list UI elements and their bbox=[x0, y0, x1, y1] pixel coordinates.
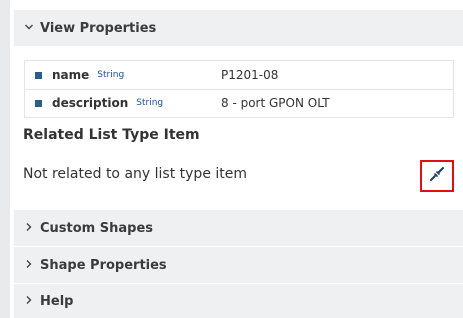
bullet-icon bbox=[35, 71, 42, 79]
property-value: 8 - port GPON OLT bbox=[221, 96, 330, 110]
bullet-icon bbox=[35, 99, 42, 107]
section-shape-properties[interactable]: Shape Properties bbox=[14, 247, 463, 283]
chevron-right-icon bbox=[24, 295, 34, 308]
link-list-item-button[interactable] bbox=[420, 160, 454, 192]
chevron-right-icon bbox=[24, 259, 34, 272]
section-custom-shapes[interactable]: Custom Shapes bbox=[14, 210, 463, 246]
properties-table: name String P1201-08 description String … bbox=[24, 60, 454, 118]
table-row: description String 8 - port GPON OLT bbox=[25, 89, 453, 117]
section-label: View Properties bbox=[40, 20, 157, 36]
related-list-status: Not related to any list type item bbox=[23, 166, 248, 182]
section-help[interactable]: Help bbox=[14, 284, 463, 318]
left-panel-edge bbox=[0, 0, 10, 318]
section-label: Custom Shapes bbox=[40, 220, 154, 236]
section-label: Help bbox=[40, 293, 74, 309]
property-name: description bbox=[52, 96, 129, 110]
property-name: name bbox=[52, 68, 90, 82]
section-view-properties[interactable]: View Properties bbox=[14, 10, 463, 46]
table-row: name String P1201-08 bbox=[25, 61, 453, 90]
link-icon bbox=[429, 166, 445, 186]
chevron-down-icon bbox=[24, 22, 34, 35]
section-label: Shape Properties bbox=[40, 257, 167, 273]
property-type: String bbox=[136, 98, 164, 108]
property-value: P1201-08 bbox=[221, 68, 279, 82]
chevron-right-icon bbox=[24, 222, 34, 235]
related-list-title: Related List Type Item bbox=[23, 127, 200, 143]
property-type: String bbox=[97, 70, 125, 80]
